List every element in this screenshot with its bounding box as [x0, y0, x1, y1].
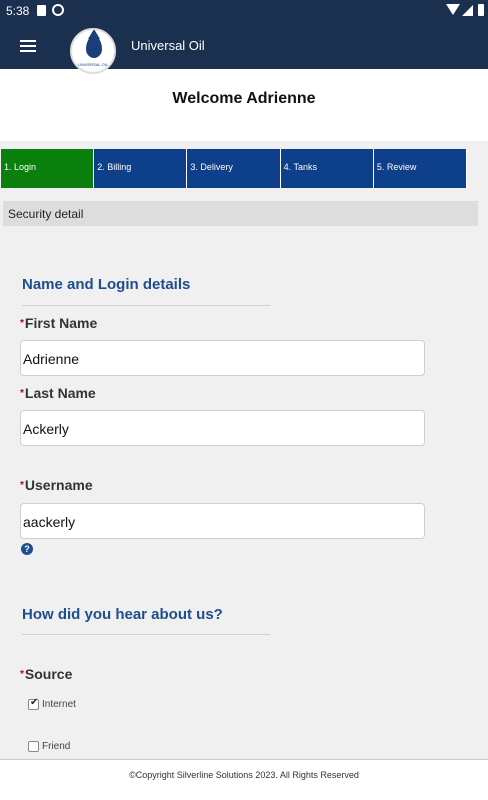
status-bar: 5:38	[0, 0, 488, 22]
section-header: Security detail	[3, 201, 478, 226]
source-label: *Source	[20, 666, 73, 682]
friend-label: Friend	[42, 741, 71, 752]
username-input[interactable]: aackerly	[20, 503, 425, 539]
app-title: Universal Oil	[131, 38, 205, 53]
required-marker: *	[20, 388, 24, 399]
hear-about-title: How did you hear about us?	[22, 606, 223, 623]
logo-text: UNIVERSAL OIL	[77, 62, 109, 67]
first-name-input[interactable]: Adrienne	[20, 340, 425, 376]
main-content: 1. Login 2. Billing 3. Delivery 4. Tanks…	[0, 141, 488, 759]
sync-icon	[52, 4, 64, 16]
step-billing[interactable]: 2. Billing	[94, 149, 188, 188]
name-login-title: Name and Login details	[22, 276, 191, 293]
signal-icon	[462, 5, 473, 16]
step-tabs: 1. Login 2. Billing 3. Delivery 4. Tanks…	[1, 149, 468, 188]
oil-drop-icon	[86, 30, 102, 58]
step-review[interactable]: 5. Review	[373, 149, 468, 188]
footer: ©Copyright Silverline Solutions 2023. Al…	[0, 759, 488, 800]
friend-checkbox[interactable]	[28, 741, 39, 752]
required-marker: *	[20, 318, 24, 329]
app-bar: UNIVERSAL OIL Universal Oil	[0, 22, 488, 74]
hear-about-divider	[22, 634, 270, 635]
battery-icon	[478, 4, 484, 16]
username-label: *Username	[20, 477, 93, 493]
step-tanks[interactable]: 4. Tanks	[280, 149, 374, 188]
last-name-label: *Last Name	[20, 385, 96, 401]
source-option-friend[interactable]: Friend	[28, 741, 70, 752]
last-name-input[interactable]: Ackerly	[20, 410, 425, 446]
status-time: 5:38	[6, 4, 30, 18]
required-marker: *	[20, 480, 24, 491]
app-logo: UNIVERSAL OIL	[70, 28, 116, 74]
sim-icon	[37, 5, 46, 16]
name-login-divider	[22, 305, 270, 306]
wifi-icon	[446, 4, 460, 15]
source-option-internet[interactable]: Internet	[28, 697, 76, 710]
step-delivery[interactable]: 3. Delivery	[187, 149, 281, 188]
hamburger-menu-icon[interactable]	[20, 40, 36, 52]
required-marker: *	[20, 669, 24, 680]
internet-label: Internet	[42, 699, 76, 710]
step-login[interactable]: 1. Login	[1, 149, 95, 188]
first-name-label: *First Name	[20, 315, 98, 331]
help-icon[interactable]: ?	[21, 543, 33, 555]
internet-checkbox[interactable]	[28, 697, 39, 710]
welcome-heading: Welcome Adrienne	[172, 90, 316, 107]
